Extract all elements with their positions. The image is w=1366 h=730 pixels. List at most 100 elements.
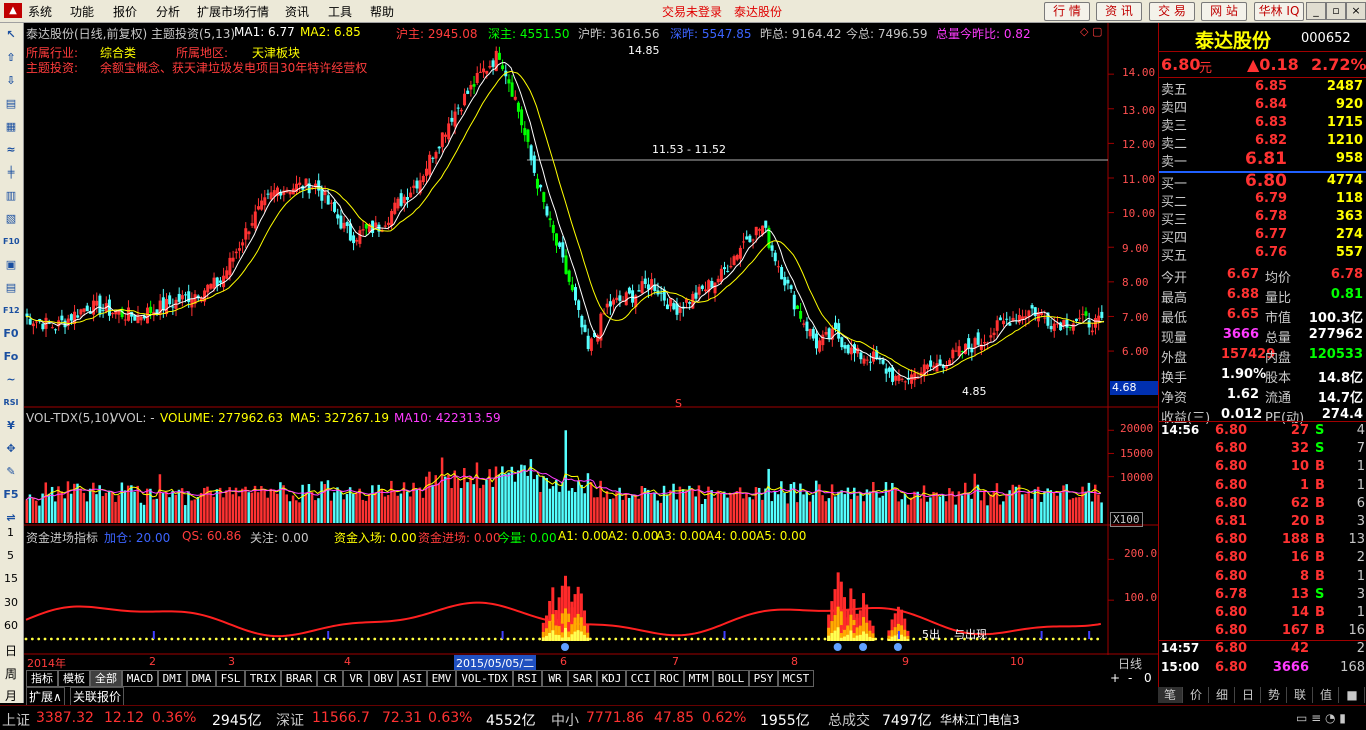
fo-icon[interactable]: Fo — [3, 349, 19, 365]
quote-list-icon[interactable]: ▤ — [3, 96, 19, 112]
period-week[interactable]: 周 — [5, 665, 17, 682]
bid-row[interactable]: 买三 6.78 363 — [1159, 209, 1366, 228]
kline-chart-area[interactable]: 泰达股份(日线,前复权) 主题投资(5,13) MA1: 6.77 MA2: 6… — [24, 23, 1158, 655]
indicator-tab[interactable]: FSL — [216, 670, 245, 687]
hualin-iq-button[interactable]: 华林 IQ — [1254, 2, 1304, 21]
sme-index-name[interactable]: 中小 — [551, 710, 579, 730]
menu-extended-market[interactable]: 扩展市场行情 — [197, 3, 269, 20]
indicator-tab[interactable]: ASI — [398, 670, 427, 687]
indicator-tab[interactable]: CCI — [626, 670, 655, 687]
quote-tab[interactable]: 值 — [1314, 687, 1339, 703]
period-month[interactable]: 月 — [5, 687, 17, 704]
vol-indicator-name[interactable]: VOL-TDX(5,10) — [26, 411, 114, 425]
chart-canvas[interactable] — [24, 23, 1158, 655]
quote-tab[interactable]: 细 — [1210, 687, 1235, 703]
extend-toggle[interactable]: 扩展∧ — [26, 687, 65, 706]
menu-news[interactable]: 资讯 — [285, 3, 309, 20]
ask-row[interactable]: 卖三 6.83 1715 — [1159, 115, 1366, 134]
period-15min[interactable]: 15 — [4, 572, 18, 585]
quote-tab[interactable]: 价 — [1184, 687, 1209, 703]
status-icons[interactable]: ▭ ≡ ◔ ▮ — [1296, 711, 1346, 725]
rsi-icon[interactable]: RSI — [3, 395, 19, 411]
info-icon[interactable]: ▣ — [3, 257, 19, 273]
money-icon[interactable]: ¥ — [3, 418, 19, 434]
indicator-tab[interactable]: PSY — [749, 670, 778, 687]
indicator-tab[interactable]: VOL-TDX — [456, 670, 513, 687]
period-day[interactable]: 日 — [5, 642, 17, 659]
sh-index-name[interactable]: 上证 — [2, 710, 30, 730]
quote-tab[interactable]: ■ — [1340, 687, 1365, 703]
indicator-tab[interactable]: 模板 — [58, 670, 90, 687]
f12-icon[interactable]: F12 — [3, 303, 20, 319]
quote-tab[interactable]: 笔 — [1158, 687, 1183, 703]
news-icon[interactable]: ▤ — [3, 280, 19, 296]
menu-system[interactable]: 系统 — [28, 3, 52, 20]
pointer-icon[interactable]: ↖ — [3, 27, 19, 43]
restore-icon[interactable]: ▫ — [1326, 2, 1346, 20]
indicator-tab[interactable]: BRAR — [281, 670, 317, 687]
indicator-tab[interactable]: MACD — [122, 670, 158, 687]
indicator-tab[interactable]: MCST — [778, 670, 814, 687]
f0-icon[interactable]: F0 — [3, 326, 19, 342]
down-icon[interactable]: ⇩ — [3, 73, 19, 89]
period-30min[interactable]: 30 — [4, 596, 18, 609]
menu-quote[interactable]: 报价 — [113, 3, 137, 20]
indicator-tab[interactable]: MTM — [684, 670, 713, 687]
indicator-tab[interactable]: BOLL — [713, 670, 749, 687]
indicator-tab[interactable]: 指标 — [26, 670, 58, 687]
menu-tools[interactable]: 工具 — [328, 3, 352, 20]
indicator-tab[interactable]: DMI — [158, 670, 187, 687]
menu-function[interactable]: 功能 — [70, 3, 94, 20]
indicator-tab[interactable]: DMA — [187, 670, 216, 687]
close-icon[interactable]: × — [1346, 2, 1366, 20]
report-icon[interactable]: ▧ — [3, 211, 19, 227]
indicator-tab[interactable]: TRIX — [245, 670, 281, 687]
zoom-reset-button[interactable]: 0 — [1144, 671, 1152, 685]
ask-row[interactable]: 卖四 6.84 920 — [1159, 97, 1366, 116]
trade-button[interactable]: 交 易 — [1149, 2, 1195, 21]
draw-icon[interactable]: ✎ — [3, 464, 19, 480]
period-60min[interactable]: 60 — [4, 619, 18, 632]
move-icon[interactable]: ✥ — [3, 441, 19, 457]
sz-index-name[interactable]: 深证 — [276, 710, 304, 730]
indicator-tab[interactable]: 全部 — [90, 670, 122, 687]
minimize-icon[interactable]: _ — [1306, 2, 1326, 20]
table-icon[interactable]: ▥ — [3, 188, 19, 204]
quote-tab[interactable]: 日 — [1236, 687, 1261, 703]
menu-help[interactable]: 帮助 — [370, 3, 394, 20]
line-icon[interactable]: ≈ — [3, 142, 19, 158]
fund-indicator-name[interactable]: 资金进场指标 — [26, 529, 98, 546]
candle-icon[interactable]: ╪ — [3, 165, 19, 181]
wave-icon[interactable]: ~ — [3, 372, 19, 388]
zoom-out-button[interactable]: - — [1128, 671, 1132, 685]
indicator-tab[interactable]: RSI — [513, 670, 542, 687]
grid-icon[interactable]: ▦ — [3, 119, 19, 135]
indicator-tab[interactable]: EMV — [427, 670, 456, 687]
ask-row[interactable]: 卖一 6.81 958 — [1159, 149, 1366, 170]
period-1min[interactable]: 1 — [7, 526, 14, 539]
ask-row[interactable]: 卖五 6.85 2487 — [1159, 79, 1366, 98]
quote-tab[interactable]: 势 — [1262, 687, 1287, 703]
related-quote-tab[interactable]: 关联报价 — [70, 687, 125, 706]
f5-icon[interactable]: F5 — [3, 487, 19, 503]
news-button[interactable]: 资 讯 — [1096, 2, 1142, 21]
indicator-tab[interactable]: VR — [343, 670, 369, 687]
website-button[interactable]: 网 站 — [1201, 2, 1247, 21]
up-icon[interactable]: ⇧ — [3, 50, 19, 66]
server-name[interactable]: 华林江门电信3 — [940, 711, 1020, 728]
quote-tab[interactable]: 联 — [1288, 687, 1313, 703]
trade-login-notice[interactable]: 交易未登录 — [662, 3, 722, 20]
quote-button[interactable]: 行 情 — [1044, 2, 1090, 21]
indicator-tab[interactable]: SAR — [568, 670, 597, 687]
zoom-in-button[interactable]: + — [1110, 671, 1120, 685]
bid-row[interactable]: 买二 6.79 118 — [1159, 191, 1366, 210]
indicator-tab[interactable]: WR — [542, 670, 568, 687]
bid-row[interactable]: 买一 6.80 4774 — [1159, 171, 1366, 192]
indicator-tab[interactable]: OBV — [369, 670, 398, 687]
period-5min[interactable]: 5 — [7, 549, 14, 562]
indicator-tab[interactable]: CR — [317, 670, 343, 687]
bid-row[interactable]: 买四 6.77 274 — [1159, 227, 1366, 246]
f10-icon[interactable]: F10 — [3, 234, 20, 250]
bid-row[interactable]: 买五 6.76 557 — [1159, 245, 1366, 264]
menu-analysis[interactable]: 分析 — [156, 3, 180, 20]
